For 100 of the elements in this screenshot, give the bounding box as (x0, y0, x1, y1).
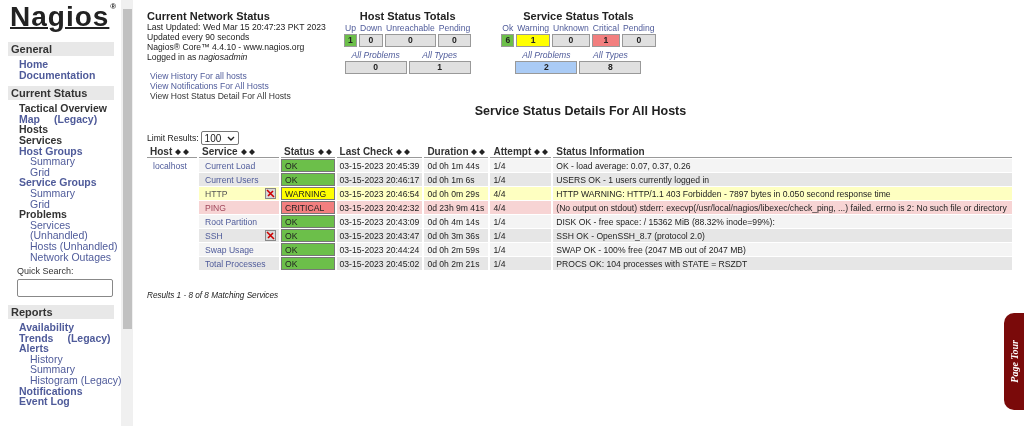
count-label[interactable]: Ok (501, 23, 515, 34)
count-label[interactable]: Warning (516, 23, 550, 34)
table-cell: HTTP WARNING: HTTP/1.1 403 Forbidden - 7897 bytes in 0.050 second response time (553, 187, 1012, 200)
limit-label: Limit Results: (147, 133, 199, 143)
count-label[interactable]: Down (359, 23, 383, 34)
table-cell: USERS OK - 1 users currently logged in (553, 173, 1012, 186)
nav-link[interactable]: Hosts (19, 124, 49, 135)
nav-link[interactable]: (Legacy) (67, 332, 111, 344)
count-value: 0 (359, 34, 383, 47)
table-cell: 0d 0h 4m 14s (424, 215, 489, 228)
table-cell: 1/4 (490, 229, 552, 242)
count-label[interactable]: Unknown (551, 23, 590, 34)
status-line: Updated every 90 seconds (147, 32, 251, 42)
status-line: Last Updated: Wed Mar 15 20:47:23 PKT 2023 (147, 22, 327, 32)
table-cell: 1/4 (490, 243, 552, 256)
table-cell: 03-15-2023 20:44:24 (336, 243, 423, 256)
table-cell: DISK OK - free space: / 15362 MiB (88.32% inode=99%): (553, 215, 1012, 228)
page-tour-tab[interactable]: Page Tour (1004, 313, 1024, 410)
view-link[interactable]: View History For all hosts (150, 71, 332, 81)
nav-link[interactable]: Problems (19, 209, 67, 220)
table-cell: 03-15-2023 20:43:09 (336, 215, 423, 228)
column-header: Status Information (556, 146, 645, 157)
table-cell: SWAP OK - 100% free (2047 MB out of 2047 MB) (553, 243, 1012, 256)
nav-link[interactable]: Trends (19, 332, 54, 344)
table-cell: 0d 0h 1m 6s (424, 173, 489, 186)
limit-select[interactable]: 100 (200, 131, 240, 145)
count-label[interactable]: Up (344, 23, 357, 34)
status-cell: OK (281, 173, 335, 186)
count-value: 0 (385, 34, 436, 47)
sort-icon[interactable] (175, 148, 190, 155)
table-cell: 0d 0h 2m 21s (424, 257, 489, 270)
column-header: Duration (427, 146, 469, 157)
status-cell: OK (281, 159, 335, 172)
host-link[interactable]: localhost (147, 160, 187, 171)
chevron-down-icon[interactable] (227, 135, 236, 141)
count-label[interactable]: All Problems (515, 50, 578, 61)
nav-link[interactable]: Documentation (19, 69, 96, 81)
nav-link[interactable]: Hosts (Unhandled) (30, 240, 118, 252)
status-cell: OK (281, 215, 335, 228)
count-label[interactable]: All Problems (344, 50, 407, 61)
count-value: 2 (515, 61, 578, 74)
nav-link[interactable]: Event Log (19, 396, 70, 407)
details-title: Service Status Details For All Hosts (473, 104, 688, 118)
scrollbar[interactable] (121, 0, 133, 426)
count-label[interactable]: All Types (408, 50, 471, 61)
nav-link[interactable]: Home (19, 59, 49, 70)
section-header: General (8, 42, 114, 56)
nav-link[interactable]: Tactical Overview (19, 103, 107, 114)
count-value: 0 (622, 34, 656, 47)
nav-link[interactable]: Summary (30, 187, 75, 199)
status-cell: OK (281, 243, 335, 256)
nav-link[interactable]: (Legacy) (54, 113, 98, 125)
column-header: Host (150, 146, 173, 157)
view-link[interactable]: View Host Status Detail For All Hosts (150, 91, 332, 101)
sort-icon[interactable] (317, 148, 332, 155)
table-cell: 1/4 (490, 173, 552, 186)
count-value: 0 (551, 34, 590, 47)
section-header: Current Status (8, 86, 114, 101)
nav-link[interactable]: Grid (30, 198, 50, 210)
nav-link[interactable]: History (30, 353, 63, 365)
status-line: Nagios® Core™ 4.4.10 - www.nagios.org (147, 42, 306, 52)
count-label[interactable]: Pending (622, 23, 656, 34)
nav-link[interactable]: Alerts (19, 343, 49, 354)
table-cell: 1/4 (490, 215, 552, 228)
table-cell: 0d 0h 3m 36s (424, 229, 489, 242)
table-cell: 4/4 (490, 201, 552, 214)
totals-title: Host Status Totals (359, 10, 456, 22)
nav-link[interactable]: Summary (30, 156, 75, 167)
status-cell: WARNING (281, 187, 335, 200)
table-cell: SSH OK - OpenSSH_8.7 (protocol 2.0) (553, 229, 1012, 242)
sort-icon[interactable] (395, 148, 410, 155)
nav-link[interactable]: Services (30, 219, 71, 231)
nav-link[interactable]: Grid (30, 166, 50, 178)
nav-link[interactable]: Notifications (19, 385, 83, 397)
nav-link[interactable]: Summary (30, 364, 75, 376)
table-cell: 03-15-2023 20:46:17 (336, 173, 423, 186)
sort-icon[interactable] (471, 148, 486, 155)
count-label[interactable]: All Types (579, 50, 642, 61)
nav-link[interactable]: Availability (19, 322, 75, 333)
sort-icon[interactable] (240, 148, 255, 155)
nav-link[interactable]: Map (19, 113, 40, 125)
view-link[interactable]: View Notifications For All Hosts (150, 81, 332, 91)
nagios-logo[interactable]: Nagios® (8, 0, 120, 38)
nav-link[interactable]: (Unhandled) (30, 230, 88, 241)
totals-title: Service Status Totals (523, 10, 634, 22)
table-cell: 1/4 (490, 159, 552, 172)
quick-search-label: Quick Search: (17, 266, 75, 277)
nav-link[interactable]: Histogram (Legacy) (30, 375, 122, 386)
column-header: Attempt (493, 146, 532, 157)
nav-link[interactable]: Services (19, 134, 63, 146)
count-label[interactable]: Pending (437, 23, 472, 34)
count-label[interactable]: Unreachable (385, 23, 436, 34)
section-header: Reports (8, 305, 114, 320)
sort-icon[interactable] (534, 148, 549, 155)
notifications-disabled-icon (265, 230, 276, 241)
count-label[interactable]: Critical (591, 23, 621, 34)
quick-search-field[interactable] (17, 279, 113, 298)
nav-link[interactable]: Host Groups (19, 145, 83, 157)
nav-link[interactable]: Service Groups (19, 177, 97, 188)
count-value: 1 (591, 34, 621, 47)
